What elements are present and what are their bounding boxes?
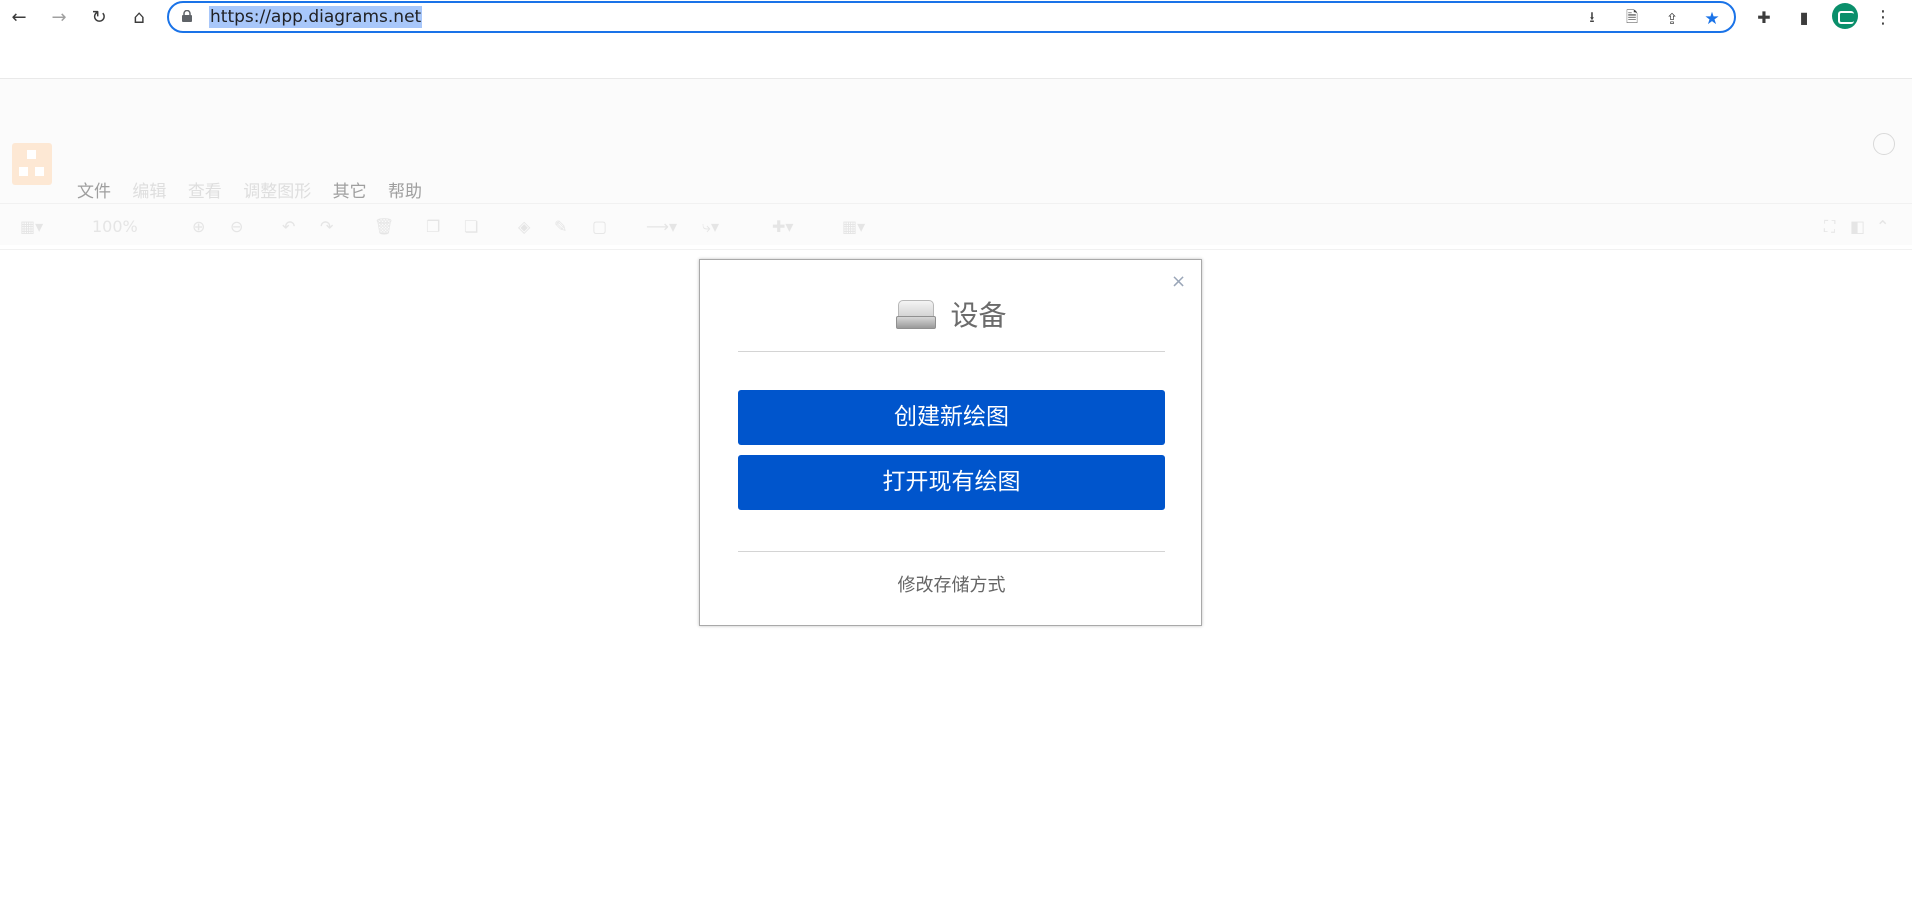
shadow-icon[interactable]: ▢ — [592, 217, 607, 236]
install-app-icon[interactable]: ⭳ — [1581, 8, 1603, 30]
table-icon[interactable]: ▦▾ — [842, 217, 865, 236]
page-save-icon[interactable]: 🗎 — [1621, 8, 1643, 30]
open-existing-diagram-button[interactable]: 打开现有绘图 — [738, 455, 1165, 510]
menu-extras[interactable]: 其它 — [333, 182, 367, 202]
back-icon[interactable]: ← — [6, 4, 32, 30]
editor-toolbar: ▦▾ 100% ⊕ ⊖ ↶ ↷ 🗑 ❐ ❏ ◈ ✎ ▢ ⟶▾ ⤷▾ ✚▾ ▦▾ … — [0, 203, 1912, 250]
undo-icon[interactable]: ↶ — [282, 217, 295, 236]
menu-file[interactable]: 文件 — [77, 182, 111, 202]
divider — [738, 551, 1165, 552]
app-header: 文件 编辑 查看 调整图形 其它 帮助 ▦▾ 100% ⊕ ⊖ ↶ ↷ 🗑 ❐ … — [0, 79, 1912, 250]
hard-drive-icon — [896, 300, 937, 329]
dialog-title-text: 设备 — [950, 299, 1007, 332]
insert-icon[interactable]: ✚▾ — [772, 217, 793, 236]
dialog-title: 设备 — [700, 294, 1203, 334]
menubar: 文件 编辑 查看 调整图形 其它 帮助 — [77, 177, 438, 202]
create-new-diagram-button[interactable]: 创建新绘图 — [738, 390, 1165, 445]
bookmark-star-icon[interactable]: ★ — [1701, 8, 1723, 30]
zoom-level[interactable]: 100% — [92, 217, 138, 236]
menu-edit[interactable]: 编辑 — [132, 182, 166, 202]
change-storage-link[interactable]: 修改存储方式 — [700, 571, 1203, 597]
collapse-icon[interactable]: ⌃ — [1876, 217, 1889, 236]
format-panel-icon[interactable]: ▦▾ — [20, 217, 43, 236]
fullscreen-icon[interactable]: ⛶ — [1824, 217, 1835, 237]
delete-icon[interactable]: 🗑 — [374, 217, 394, 236]
share-icon[interactable]: ⇪ — [1661, 8, 1683, 30]
zoom-in-icon[interactable]: ⊕ — [192, 217, 205, 236]
extensions-icon[interactable]: ✚ — [1751, 4, 1777, 30]
storage-dialog: × 设备 创建新绘图 打开现有绘图 修改存储方式 — [699, 259, 1202, 626]
waypoints-icon[interactable]: ⤷▾ — [702, 217, 719, 237]
drawio-logo — [12, 143, 52, 185]
line-color-icon[interactable]: ✎ — [554, 217, 567, 236]
more-menu-icon[interactable]: ⋮ — [1870, 4, 1896, 30]
browser-toolbar: ← → ↻ ⌂ https://app.diagrams.net ⭳ 🗎 ⇪ ★… — [0, 0, 1912, 34]
home-icon[interactable]: ⌂ — [126, 4, 152, 30]
close-icon[interactable]: × — [1171, 271, 1186, 292]
address-bar[interactable]: https://app.diagrams.net ⭳ 🗎 ⇪ ★ — [167, 1, 1736, 33]
fill-color-icon[interactable]: ◈ — [518, 217, 530, 236]
divider — [738, 351, 1165, 352]
redo-icon[interactable]: ↷ — [320, 217, 333, 236]
url-text[interactable]: https://app.diagrams.net — [209, 6, 423, 28]
reload-icon[interactable]: ↻ — [86, 4, 112, 30]
toggle-panel-icon[interactable]: ◧ — [1850, 217, 1865, 236]
lock-icon — [182, 10, 192, 22]
to-front-icon[interactable]: ❐ — [426, 217, 440, 236]
side-panel-icon[interactable]: ▮ — [1791, 4, 1817, 30]
forward-icon[interactable]: → — [46, 4, 72, 30]
zoom-out-icon[interactable]: ⊖ — [230, 217, 243, 236]
menu-arrange[interactable]: 调整图形 — [243, 182, 311, 202]
to-back-icon[interactable]: ❏ — [464, 217, 478, 236]
language-globe-icon[interactable] — [1873, 133, 1895, 155]
connection-icon[interactable]: ⟶▾ — [646, 217, 677, 236]
menu-view[interactable]: 查看 — [188, 182, 222, 202]
profile-avatar[interactable] — [1832, 3, 1858, 29]
menu-help[interactable]: 帮助 — [388, 182, 422, 202]
